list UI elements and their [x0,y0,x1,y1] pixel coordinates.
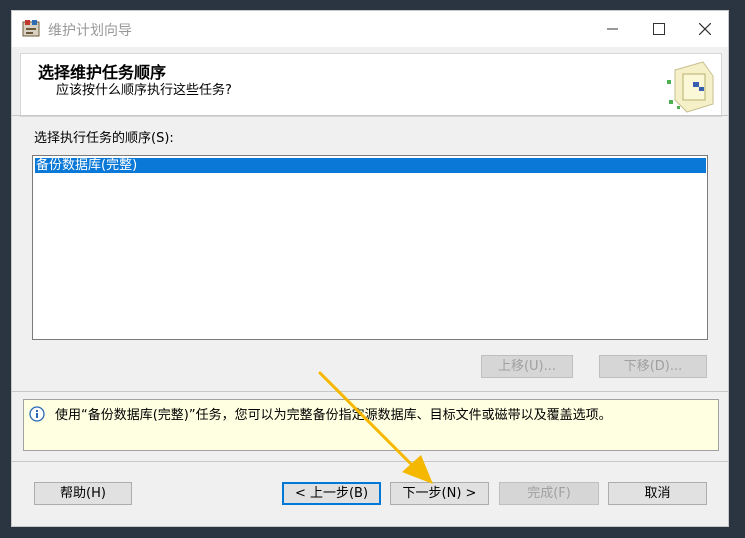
maximize-button[interactable] [636,11,682,47]
cancel-button[interactable]: 取消 [608,482,707,505]
window-title: 维护计划向导 [48,23,132,39]
maximize-icon [653,23,665,35]
minimize-button[interactable] [590,11,636,47]
info-icon [29,406,45,422]
wizard-header: 选择维护任务顺序 应该按什么顺序执行这些任务? [20,53,722,117]
info-panel: 使用“备份数据库(完整)”任务，您可以为完整备份指定源数据库、目标文件或磁带以及… [23,399,719,451]
wizard-window: 维护计划向导 选择维护任务顺序 应该按什么顺序执行这些任务? 选择执行任务的顺序… [11,10,729,527]
info-text: 使用“备份数据库(完整)”任务，您可以为完整备份指定源数据库、目标文件或磁带以及… [55,408,612,423]
list-separator [12,391,728,392]
task-order-label: 选择执行任务的顺序(S): [34,131,174,146]
close-button[interactable] [682,11,728,47]
page-subtitle: 应该按什么顺序执行这些任务? [56,83,232,98]
maintenance-plan-icon [22,20,40,37]
footer-separator [12,461,728,462]
task-order-listbox[interactable]: 备份数据库(完整) [32,155,708,340]
list-item[interactable]: 备份数据库(完整) [35,158,706,173]
finish-button[interactable]: 完成(F) [499,482,599,505]
header-separator [12,115,728,116]
move-down-button[interactable]: 下移(D)... [599,355,707,378]
title-bar: 维护计划向导 [12,11,728,47]
move-up-button[interactable]: 上移(U)... [481,355,573,378]
help-button[interactable]: 帮助(H) [34,482,132,505]
close-icon [699,23,711,35]
back-button[interactable]: < 上一步(B) [282,482,381,505]
next-button[interactable]: 下一步(N) > [390,482,489,505]
wizard-header-graphic [667,61,714,113]
minimize-icon [607,28,618,30]
